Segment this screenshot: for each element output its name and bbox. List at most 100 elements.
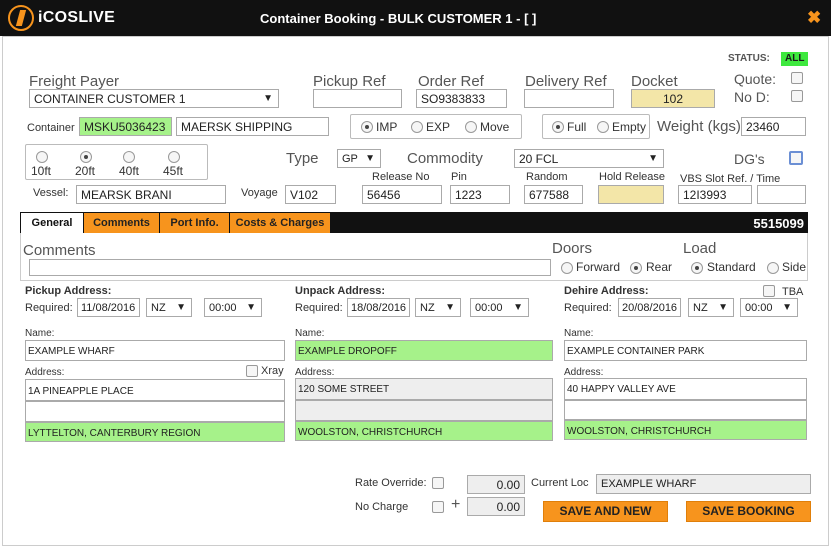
- no-charge-label: No Charge: [355, 501, 409, 513]
- dgs-label: DG's: [734, 151, 765, 167]
- voyage-input[interactable]: V102: [285, 185, 336, 204]
- chevron-down-icon: ▼: [718, 302, 728, 313]
- quote-checkbox[interactable]: [791, 72, 803, 84]
- commodity-select[interactable]: 20 FCL ▼: [514, 149, 664, 168]
- release-no-input[interactable]: 56456: [362, 185, 442, 204]
- radio-10ft[interactable]: [36, 151, 48, 163]
- radio-rear[interactable]: [630, 262, 642, 274]
- unpack-date-input[interactable]: 18/08/2016: [347, 298, 410, 317]
- close-icon[interactable]: ✖: [807, 8, 821, 28]
- container-number-input[interactable]: MSKU5036423: [79, 117, 172, 136]
- container-label: Container: [27, 122, 75, 134]
- radio-40ft[interactable]: [123, 151, 135, 163]
- pickup-time-select[interactable]: 00:00 ▼: [204, 298, 262, 317]
- vbs-slot-input[interactable]: 12I3993: [678, 185, 752, 204]
- pickup-name-label: Name:: [25, 328, 55, 339]
- chevron-down-icon: ▼: [782, 302, 792, 313]
- pickup-date-input[interactable]: 11/08/2016: [77, 298, 140, 317]
- pickup-address-line1[interactable]: 1A PINEAPPLE PLACE: [25, 379, 285, 401]
- no-charge-checkbox[interactable]: [432, 501, 444, 513]
- dehire-name-input[interactable]: EXAMPLE CONTAINER PARK: [564, 340, 807, 361]
- vbs-label: VBS Slot Ref. / Time: [680, 173, 781, 185]
- pickup-name-input[interactable]: EXAMPLE WHARF: [25, 340, 285, 361]
- dehire-address-title: Dehire Address:: [564, 285, 649, 297]
- plus-icon[interactable]: +: [451, 496, 460, 514]
- radio-imp-label: IMP: [376, 120, 398, 134]
- pickup-address-line2[interactable]: [25, 401, 285, 422]
- dgs-checkbox[interactable]: [789, 151, 803, 165]
- commodity-value: 20 FCL: [519, 152, 559, 166]
- radio-side-label: Side: [782, 260, 807, 274]
- radio-empty[interactable]: [597, 121, 609, 133]
- radio-move[interactable]: [465, 121, 477, 133]
- unpack-time-select[interactable]: 00:00 ▼: [470, 298, 529, 317]
- save-booking-button[interactable]: SAVE BOOKING: [686, 501, 811, 522]
- save-and-new-button[interactable]: SAVE AND NEW: [543, 501, 668, 522]
- tba-checkbox[interactable]: [763, 285, 775, 297]
- tab-general[interactable]: General: [21, 213, 84, 233]
- pickup-tz-value: NZ: [151, 302, 166, 314]
- unpack-name-input[interactable]: EXAMPLE DROPOFF: [295, 340, 553, 361]
- dehire-tz-select[interactable]: NZ ▼: [688, 298, 734, 317]
- hold-release-input[interactable]: [598, 185, 664, 204]
- type-select[interactable]: GP ▼: [337, 149, 381, 168]
- radio-empty-label: Empty: [612, 120, 647, 134]
- doors-label: Doors: [552, 240, 593, 257]
- dehire-address-line1[interactable]: 40 HAPPY VALLEY AVE: [564, 378, 807, 400]
- radio-imp[interactable]: [361, 121, 373, 133]
- unpack-tz-select[interactable]: NZ ▼: [415, 298, 461, 317]
- no-charge-input[interactable]: 0.00: [467, 497, 525, 516]
- unpack-address-line2[interactable]: [295, 400, 553, 421]
- vessel-input[interactable]: MEARSK BRANI: [76, 185, 226, 204]
- release-no-label: Release No: [372, 171, 430, 183]
- unpack-address-line3[interactable]: WOOLSTON, CHRISTCHURCH: [295, 421, 553, 441]
- tab-comments[interactable]: Comments: [84, 213, 160, 233]
- pickup-time-value: 00:00: [209, 302, 237, 314]
- rate-override-checkbox[interactable]: [432, 477, 444, 489]
- unpack-required-label: Required:: [295, 302, 343, 314]
- shipping-line-input[interactable]: MAERSK SHIPPING: [176, 117, 329, 136]
- random-label: Random: [526, 171, 568, 183]
- radio-full[interactable]: [552, 121, 564, 133]
- radio-20ft[interactable]: [80, 151, 92, 163]
- tab-port-info[interactable]: Port Info.: [160, 213, 230, 233]
- freight-payer-label: Freight Payer: [29, 73, 120, 90]
- radio-exp[interactable]: [411, 121, 423, 133]
- pickup-address-line3[interactable]: LYTTELTON, CANTERBURY REGION: [25, 422, 285, 442]
- radio-standard[interactable]: [691, 262, 703, 274]
- unpack-address-line1[interactable]: 120 SOME STREET: [295, 378, 553, 400]
- delivery-ref-input[interactable]: [524, 89, 614, 108]
- weight-input[interactable]: 23460: [741, 117, 806, 136]
- random-input[interactable]: 677588: [524, 185, 583, 204]
- radio-side[interactable]: [767, 262, 779, 274]
- radio-45ft-label: 45ft: [163, 164, 184, 178]
- pin-input[interactable]: 1223: [450, 185, 510, 204]
- rate-override-label: Rate Override:: [355, 477, 427, 489]
- radio-45ft[interactable]: [168, 151, 180, 163]
- dehire-address-line3[interactable]: WOOLSTON, CHRISTCHURCH: [564, 420, 807, 440]
- unpack-address-label: Address:: [295, 367, 335, 378]
- pickup-tz-select[interactable]: NZ ▼: [146, 298, 192, 317]
- comments-input[interactable]: [29, 259, 551, 276]
- order-ref-input[interactable]: SO9383833: [416, 89, 507, 108]
- docket-label: Docket: [631, 73, 678, 90]
- radio-forward[interactable]: [561, 262, 573, 274]
- rate-override-input[interactable]: 0.00: [467, 475, 525, 494]
- load-label: Load: [683, 240, 717, 257]
- chevron-down-icon: ▼: [445, 302, 455, 313]
- dehire-address-line2[interactable]: [564, 400, 807, 420]
- dehire-date-input[interactable]: 20/08/2016: [618, 298, 681, 317]
- xray-checkbox[interactable]: [246, 365, 258, 377]
- delivery-ref-label: Delivery Ref: [525, 73, 607, 90]
- current-loc-input[interactable]: EXAMPLE WHARF: [596, 474, 811, 494]
- dehire-time-select[interactable]: 00:00 ▼: [740, 298, 798, 317]
- tab-costs-charges[interactable]: Costs & Charges: [230, 213, 331, 233]
- type-label: Type: [286, 150, 319, 167]
- freight-payer-select[interactable]: CONTAINER CUSTOMER 1 ▼: [29, 89, 279, 108]
- dehire-address-label: Address:: [564, 367, 604, 378]
- docket-input[interactable]: 102: [631, 89, 715, 108]
- nod-checkbox[interactable]: [791, 90, 803, 102]
- radio-20ft-label: 20ft: [75, 164, 96, 178]
- vbs-time-input[interactable]: [757, 185, 806, 204]
- pickup-ref-input[interactable]: [313, 89, 402, 108]
